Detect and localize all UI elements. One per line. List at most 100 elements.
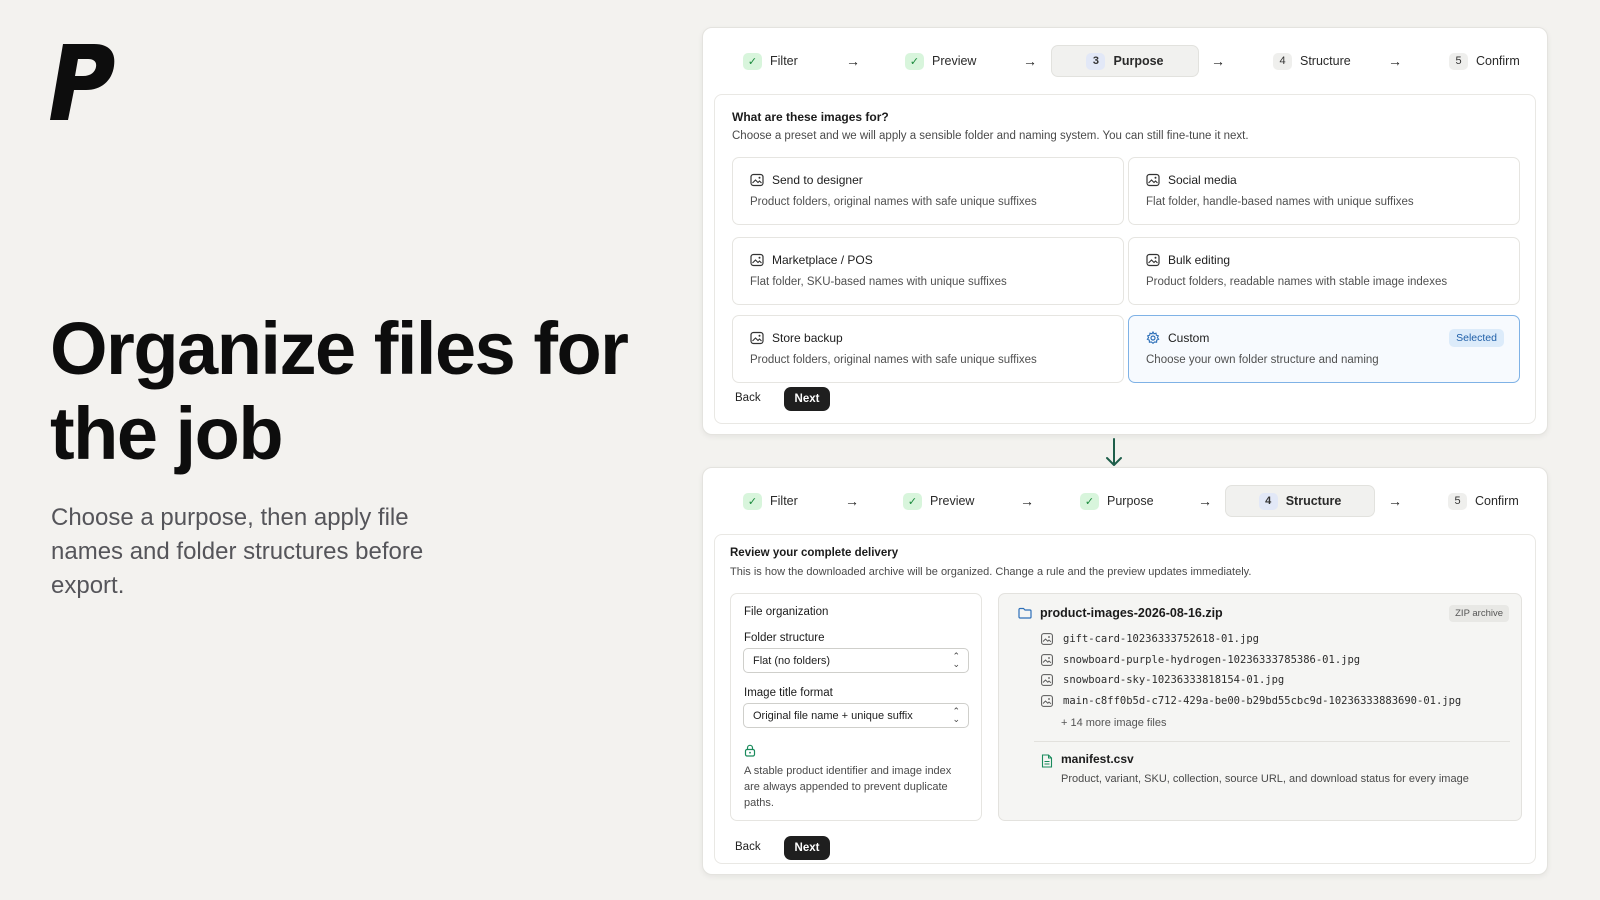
step-label: Confirm bbox=[1476, 54, 1520, 68]
file-name: snowboard-sky-10236333818154-01.jpg bbox=[1063, 674, 1285, 686]
image-icon bbox=[1146, 253, 1160, 267]
preset-card-store-backup[interactable]: Store backup Product folders, original n… bbox=[732, 315, 1124, 383]
preset-title: Custom bbox=[1168, 331, 1210, 345]
chevron-updown-icon: ⌃ ⌄ bbox=[952, 706, 960, 724]
preset-description: Product folders, original names with saf… bbox=[750, 354, 1037, 366]
step-structure[interactable]: 4 Structure bbox=[1263, 45, 1361, 77]
preset-card-send-to-designer[interactable]: Send to designer Product folders, origin… bbox=[732, 157, 1124, 225]
step-label: Confirm bbox=[1475, 494, 1519, 508]
folder-icon bbox=[1018, 607, 1032, 619]
preset-card-bulk-editing[interactable]: Bulk editing Product folders, readable n… bbox=[1128, 237, 1520, 305]
file-name: main-c8ff0b5d-c712-429a-be00-b29bd55cbc9… bbox=[1063, 695, 1462, 707]
step-preview[interactable]: ✓ Preview bbox=[893, 485, 984, 517]
review-title: Review your complete delivery bbox=[730, 547, 899, 559]
image-title-format-label: Image title format bbox=[744, 687, 833, 699]
more-files-label: + 14 more image files bbox=[1061, 717, 1167, 729]
check-icon: ✓ bbox=[743, 492, 762, 510]
hero-subtitle: Choose a purpose, then apply file names … bbox=[51, 504, 424, 599]
divider bbox=[1034, 741, 1510, 742]
zip-archive-badge: ZIP archive bbox=[1449, 605, 1509, 622]
file-row: gift-card-10236333752618-01.jpg bbox=[1041, 631, 1259, 647]
step-label: Structure bbox=[1285, 494, 1342, 508]
file-text-icon bbox=[1041, 754, 1053, 768]
image-icon bbox=[1041, 633, 1053, 645]
arrow-right-icon: → bbox=[846, 53, 860, 69]
image-icon bbox=[1041, 674, 1053, 686]
step-number: 4 bbox=[1258, 492, 1278, 510]
file-row: snowboard-purple-hydrogen-10236333785386… bbox=[1041, 652, 1360, 668]
step-label: Structure bbox=[1300, 54, 1351, 68]
step-number: 5 bbox=[1449, 52, 1468, 70]
step-label: Filter bbox=[770, 494, 798, 508]
selected-badge: Selected bbox=[1449, 329, 1504, 347]
arrow-right-icon: → bbox=[845, 493, 859, 509]
purpose-content: What are these images for? Choose a pres… bbox=[714, 94, 1536, 424]
step-confirm[interactable]: 5 Confirm bbox=[1439, 45, 1530, 77]
step-filter[interactable]: ✓ Filter bbox=[733, 485, 808, 517]
preset-description: Flat folder, handle-based names with uni… bbox=[1146, 196, 1414, 208]
preset-title: Bulk editing bbox=[1168, 253, 1231, 267]
archive-preview: product-images-2026-08-16.zip ZIP archiv… bbox=[998, 593, 1522, 821]
step-label: Purpose bbox=[1113, 54, 1164, 68]
structure-content: Review your complete delivery This is ho… bbox=[714, 534, 1536, 864]
arrow-right-icon: → bbox=[1198, 493, 1212, 509]
folder-structure-label: Folder structure bbox=[744, 632, 825, 644]
gear-icon bbox=[1146, 331, 1160, 345]
arrow-right-icon: → bbox=[1388, 53, 1402, 69]
preset-card-marketplace-pos[interactable]: Marketplace / POS Flat folder, SKU-based… bbox=[732, 237, 1124, 305]
purpose-description: Choose a preset and we will apply a sens… bbox=[732, 130, 1249, 142]
step-preview[interactable]: ✓ Preview bbox=[895, 45, 986, 77]
check-icon: ✓ bbox=[1080, 492, 1099, 510]
check-icon: ✓ bbox=[743, 52, 762, 70]
preset-card-social-media[interactable]: Social media Flat folder, handle-based n… bbox=[1128, 157, 1520, 225]
check-icon: ✓ bbox=[905, 52, 924, 70]
step-label: Preview bbox=[930, 494, 975, 508]
file-row: main-c8ff0b5d-c712-429a-be00-b29bd55cbc9… bbox=[1041, 693, 1461, 709]
step-purpose[interactable]: ✓ Purpose bbox=[1070, 485, 1164, 517]
preset-description: Choose your own folder structure and nam… bbox=[1146, 354, 1379, 366]
folder-structure-value: Flat (no folders) bbox=[753, 654, 831, 667]
image-icon bbox=[750, 331, 764, 345]
file-row: snowboard-sky-10236333818154-01.jpg bbox=[1041, 672, 1284, 688]
arrow-right-icon: → bbox=[1020, 493, 1034, 509]
preset-description: Flat folder, SKU-based names with unique… bbox=[750, 276, 1007, 288]
append-note: A stable product identifier and image in… bbox=[744, 765, 952, 809]
image-icon bbox=[1041, 654, 1053, 666]
arrow-right-icon: → bbox=[1211, 53, 1225, 69]
folder-structure-select[interactable]: Flat (no folders) ⌃ ⌄ bbox=[743, 648, 969, 673]
step-number: 5 bbox=[1448, 492, 1467, 510]
image-icon bbox=[1041, 695, 1053, 707]
preset-title: Marketplace / POS bbox=[772, 253, 873, 267]
preset-title: Social media bbox=[1168, 173, 1237, 187]
step-confirm[interactable]: 5 Confirm bbox=[1438, 485, 1529, 517]
stepper: ✓ Filter → ✓ Preview → 3 Purpose → 4 Str… bbox=[703, 28, 1547, 94]
preset-card-custom[interactable]: Custom Choose your own folder structure … bbox=[1128, 315, 1520, 383]
image-title-format-value: Original file name + unique suffix bbox=[753, 709, 913, 722]
image-title-format-select[interactable]: Original file name + unique suffix ⌃ ⌄ bbox=[743, 703, 969, 728]
next-button[interactable]: Next bbox=[784, 836, 830, 860]
preset-description: Product folders, readable names with sta… bbox=[1146, 276, 1448, 288]
chevron-updown-icon: ⌃ ⌄ bbox=[952, 651, 960, 669]
file-organization-box: File organization Folder structure Flat … bbox=[730, 593, 982, 821]
preset-description: Product folders, original names with saf… bbox=[750, 196, 1037, 208]
archive-name: product-images-2026-08-16.zip bbox=[1040, 606, 1223, 620]
check-icon: ✓ bbox=[903, 492, 922, 510]
image-icon bbox=[750, 253, 764, 267]
lock-icon bbox=[744, 744, 756, 757]
structure-panel: ✓ Filter → ✓ Preview → ✓ Purpose → 4 Str… bbox=[702, 467, 1548, 875]
back-button[interactable]: Back bbox=[735, 841, 761, 853]
hero-title: Organize files for the job bbox=[50, 307, 629, 475]
manifest-description: Product, variant, SKU, collection, sourc… bbox=[1061, 773, 1469, 785]
step-label: Filter bbox=[770, 54, 798, 68]
image-icon bbox=[1146, 173, 1160, 187]
file-name: gift-card-10236333752618-01.jpg bbox=[1063, 633, 1259, 645]
brand-logo bbox=[50, 44, 115, 120]
step-label: Preview bbox=[932, 54, 977, 68]
preset-title: Send to designer bbox=[772, 173, 863, 187]
step-structure[interactable]: 4 Structure bbox=[1225, 485, 1375, 517]
step-filter[interactable]: ✓ Filter bbox=[733, 45, 808, 77]
file-name: snowboard-purple-hydrogen-10236333785386… bbox=[1063, 654, 1361, 666]
back-button[interactable]: Back bbox=[735, 392, 761, 404]
next-button[interactable]: Next bbox=[784, 387, 830, 411]
step-purpose[interactable]: 3 Purpose bbox=[1051, 45, 1199, 77]
